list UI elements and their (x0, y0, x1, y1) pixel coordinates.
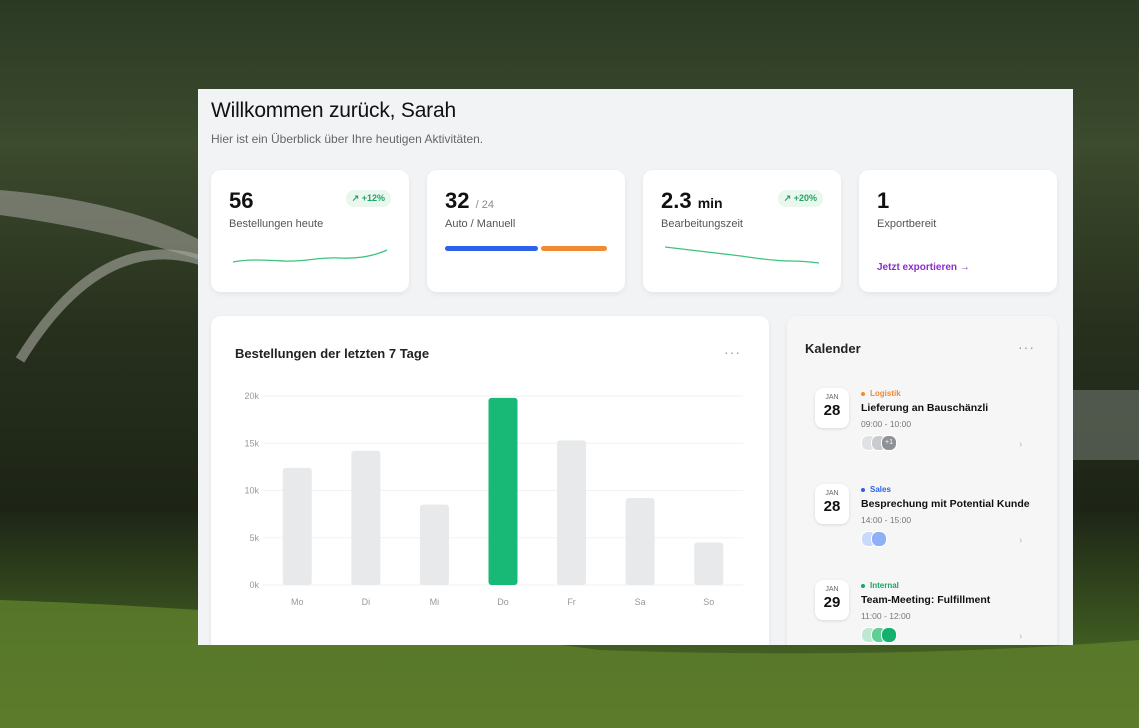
page-subtitle: Hier ist ein Überblick über Ihre heutige… (211, 132, 484, 146)
x-tick-label: Sa (635, 597, 646, 607)
stat-label: Bearbeitungszeit (661, 218, 743, 230)
event-title: Lieferung an Bauschänzli (861, 402, 989, 414)
bar-di[interactable] (351, 450, 381, 585)
event-time: 09:00 - 10:00 (861, 419, 912, 429)
x-tick-label: Di (362, 597, 371, 607)
trend-up-icon: ↗ (783, 193, 792, 203)
x-tick-label: Fr (567, 597, 576, 607)
stat-card-export-ready: 1 Exportbereit Jetzt exportieren → (859, 170, 1057, 292)
event-title: Besprechung mit Potential Kunde (861, 498, 1030, 510)
stat-value: 32 / 24 (445, 188, 494, 213)
event-title: Team-Meeting: Fulfillment (861, 594, 991, 606)
manual-progress-bar (541, 246, 607, 251)
event-category: Internal (861, 581, 899, 590)
stat-label: Exportbereit (877, 218, 937, 230)
bar-chart: 0k 5k 10k 15k 20k Mo Di Mi Do Fr Sa So (244, 391, 743, 607)
avatar-more-count: +1 (881, 435, 897, 451)
stat-value: 1 (877, 188, 890, 213)
auto-progress-bar (445, 246, 538, 251)
chevron-right-icon: › (1019, 631, 1023, 642)
stat-card-orders-today: 56 Bestellungen heute ↗ +12% (211, 170, 409, 292)
y-tick-label: 20k (244, 391, 259, 401)
chevron-right-icon: › (1019, 535, 1023, 546)
bar-mi[interactable] (419, 504, 449, 585)
y-tick-label: 10k (244, 486, 259, 496)
bar-do[interactable] (488, 397, 518, 585)
stat-value: 56 (229, 188, 254, 213)
calendar-event[interactable]: JAN 28 Logistik Lieferung an Bauschänzli… (787, 388, 1057, 478)
dashboard-panel: Willkommen zurück, Sarah Hier ist ein Üb… (198, 89, 1073, 645)
trend-up-icon: ↗ (351, 193, 360, 203)
sparkline (664, 246, 820, 264)
calendar-event[interactable]: JAN 28 Sales Besprechung mit Potential K… (787, 484, 1057, 574)
avatar (871, 531, 887, 547)
event-category: Sales (861, 485, 891, 494)
chart-title: Bestellungen der letzten 7 Tage (235, 346, 430, 361)
x-tick-label: Do (497, 597, 509, 607)
event-date: JAN 29 (815, 580, 849, 620)
event-time: 11:00 - 12:00 (861, 611, 911, 621)
x-tick-label: So (703, 597, 714, 607)
sparkline (232, 249, 388, 263)
trend-badge: ↗ +12% (345, 190, 391, 207)
avatar (881, 627, 897, 643)
export-now-link[interactable]: Jetzt exportieren → (877, 262, 970, 273)
calendar-card: Kalender ··· JAN 28 Logistik Lieferung a… (787, 316, 1057, 645)
event-date: JAN 28 (815, 388, 849, 428)
calendar-title: Kalender (805, 341, 861, 356)
calendar-event[interactable]: JAN 29 Internal Team-Meeting: Fulfillmen… (787, 580, 1057, 645)
bar-fr[interactable] (557, 440, 587, 585)
bar-mo[interactable] (282, 467, 312, 585)
stat-card-processing-time: 2.3 min Bearbeitungszeit ↗ +20% (643, 170, 841, 292)
orders-chart-card: Bestellungen der letzten 7 Tage ··· 0k 5k… (211, 316, 769, 645)
y-tick-label: 0k (249, 580, 259, 590)
event-date: JAN 28 (815, 484, 849, 524)
y-tick-label: 5k (249, 533, 259, 543)
chevron-right-icon: › (1019, 439, 1023, 450)
event-category: Logistik (861, 389, 901, 398)
trend-badge: ↗ +20% (777, 190, 823, 207)
x-tick-label: Mi (430, 597, 440, 607)
x-tick-label: Mo (291, 597, 304, 607)
more-options-icon[interactable]: ··· (1018, 339, 1035, 355)
y-tick-label: 15k (244, 438, 259, 448)
page-title: Willkommen zurück, Sarah (211, 99, 456, 122)
stat-value: 2.3 min (661, 188, 723, 213)
event-time: 14:00 - 15:00 (861, 515, 912, 525)
bar-sa[interactable] (625, 498, 655, 585)
bar-so[interactable] (694, 542, 724, 585)
more-options-icon[interactable]: ··· (724, 344, 741, 360)
stat-card-auto-manual: 32 / 24 Auto / Manuell (427, 170, 625, 292)
stat-label: Auto / Manuell (445, 218, 516, 230)
stat-label: Bestellungen heute (229, 218, 324, 230)
